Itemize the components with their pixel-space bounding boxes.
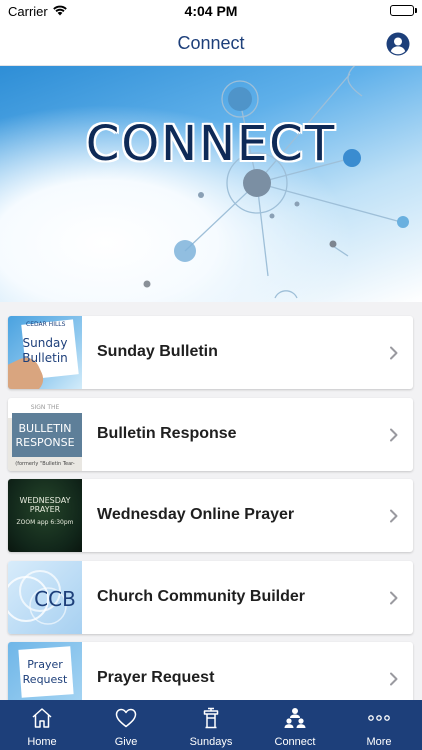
tab-label: Sundays xyxy=(189,736,233,748)
chevron-right-icon xyxy=(390,672,398,686)
connect-list: CEDAR HILLS Sunday Bulletin Sunday Bulle… xyxy=(0,302,422,700)
chevron-right-icon xyxy=(390,428,398,442)
sunday-bulletin-thumbnail: CEDAR HILLS Sunday Bulletin xyxy=(8,316,82,389)
profile-icon[interactable] xyxy=(386,32,410,56)
page-title: Connect xyxy=(177,33,245,53)
home-icon xyxy=(32,708,52,728)
list-item-label: Church Community Builder xyxy=(97,588,306,605)
list-item-label: Sunday Bulletin xyxy=(97,343,218,360)
prayer-request-thumbnail: Prayer Request xyxy=(8,642,82,700)
bulletin-response-thumbnail: SIGN THE BULLETIN RESPONSE (formerly "Bu… xyxy=(8,398,82,471)
thumb-line-1: CCB xyxy=(34,587,76,611)
thumb-line-2: PRAYER xyxy=(29,505,61,514)
tab-connect[interactable]: Connect xyxy=(253,700,337,750)
clock: 4:04 PM xyxy=(184,3,238,19)
thumb-note: (formerly "Bulletin Tear- xyxy=(15,461,75,467)
ccb-thumbnail: CCB xyxy=(8,561,82,634)
thumb-top: SIGN THE xyxy=(30,404,60,411)
tab-label: Connect xyxy=(274,736,316,748)
tab-sundays[interactable]: Sundays xyxy=(169,700,253,750)
tab-label: Give xyxy=(114,736,138,748)
list-item-sunday-bulletin[interactable]: CEDAR HILLS Sunday Bulletin Sunday Bulle… xyxy=(8,316,413,389)
people-icon xyxy=(284,708,306,728)
list-item-label: Bulletin Response xyxy=(97,425,237,442)
network-graphic xyxy=(143,66,409,299)
tab-more[interactable]: More xyxy=(337,700,421,750)
thumb-line-1: Sunday xyxy=(22,336,68,350)
chevron-right-icon xyxy=(390,346,398,360)
tab-label: Home xyxy=(27,736,57,748)
navigation-bar: Connect xyxy=(0,22,422,66)
connect-banner: CONNECT xyxy=(0,66,422,302)
thumb-line-2: Request xyxy=(22,673,68,686)
ellipsis-icon xyxy=(368,715,390,721)
chevron-right-icon xyxy=(390,591,398,605)
thumb-line-1: WEDNESDAY xyxy=(19,496,71,505)
chevron-right-icon xyxy=(390,509,398,523)
list-item-wednesday-online-prayer[interactable]: WEDNESDAY PRAYER ZOOM app 6:30pm Wednesd… xyxy=(8,479,413,552)
thumb-note: ZOOM app 6:30pm xyxy=(16,519,74,526)
heart-icon xyxy=(115,708,137,728)
battery-tip xyxy=(415,8,417,13)
thumb-line-2: RESPONSE xyxy=(15,436,75,449)
tab-give[interactable]: Give xyxy=(84,700,168,750)
banner-headline: CONNECT xyxy=(85,116,337,172)
list-item-bulletin-response[interactable]: SIGN THE BULLETIN RESPONSE (formerly "Bu… xyxy=(8,398,413,471)
list-item-label: Wednesday Online Prayer xyxy=(97,506,295,523)
status-bar: Carrier 4:04 PM xyxy=(0,0,422,22)
thumb-badge: CEDAR HILLS xyxy=(26,321,66,328)
list-item-prayer-request[interactable]: Prayer Request Prayer Request xyxy=(8,642,413,700)
podium-icon xyxy=(203,707,219,729)
tab-bar: Home Give Sundays Connect More xyxy=(0,700,422,750)
thumb-line-1: BULLETIN xyxy=(18,422,72,435)
list-item-church-community-builder[interactable]: CCB Church Community Builder xyxy=(8,561,413,634)
battery-icon xyxy=(390,5,414,16)
thumb-line-1: Prayer xyxy=(27,658,63,671)
list-item-label: Prayer Request xyxy=(97,669,215,686)
tab-label: More xyxy=(366,736,392,748)
wednesday-prayer-thumbnail: WEDNESDAY PRAYER ZOOM app 6:30pm xyxy=(8,479,82,552)
thumb-line-2: Bulletin xyxy=(22,351,68,365)
tab-home[interactable]: Home xyxy=(0,700,84,750)
